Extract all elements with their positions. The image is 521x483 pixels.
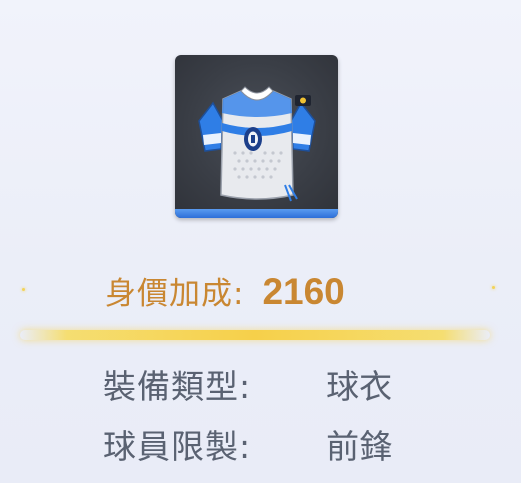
equip-type-label: 裝備類型:: [103, 367, 252, 406]
value-bonus-value: 2160: [262, 271, 345, 312]
sparkle: [492, 286, 495, 289]
value-bonus-label: 身價加成:: [105, 276, 245, 312]
sparkle: [22, 288, 25, 291]
equip-type-value: 球衣: [326, 367, 393, 406]
jersey-icon: [198, 86, 316, 202]
glow-divider: [20, 330, 490, 340]
rarity-bar: [175, 209, 338, 218]
player-restriction-value: 前鋒: [326, 427, 393, 466]
equip-type-row: 裝備類型: 球衣: [103, 360, 392, 408]
item-detail-panel: 身價加成: 2160 裝備類型: 球衣 球員限製: 前鋒: [0, 0, 521, 483]
player-restriction-label: 球員限製:: [103, 427, 252, 466]
value-bonus-row: 身價加成: 2160: [105, 268, 345, 313]
item-card[interactable]: [175, 55, 338, 218]
player-restriction-row: 球員限製: 前鋒: [103, 420, 392, 468]
